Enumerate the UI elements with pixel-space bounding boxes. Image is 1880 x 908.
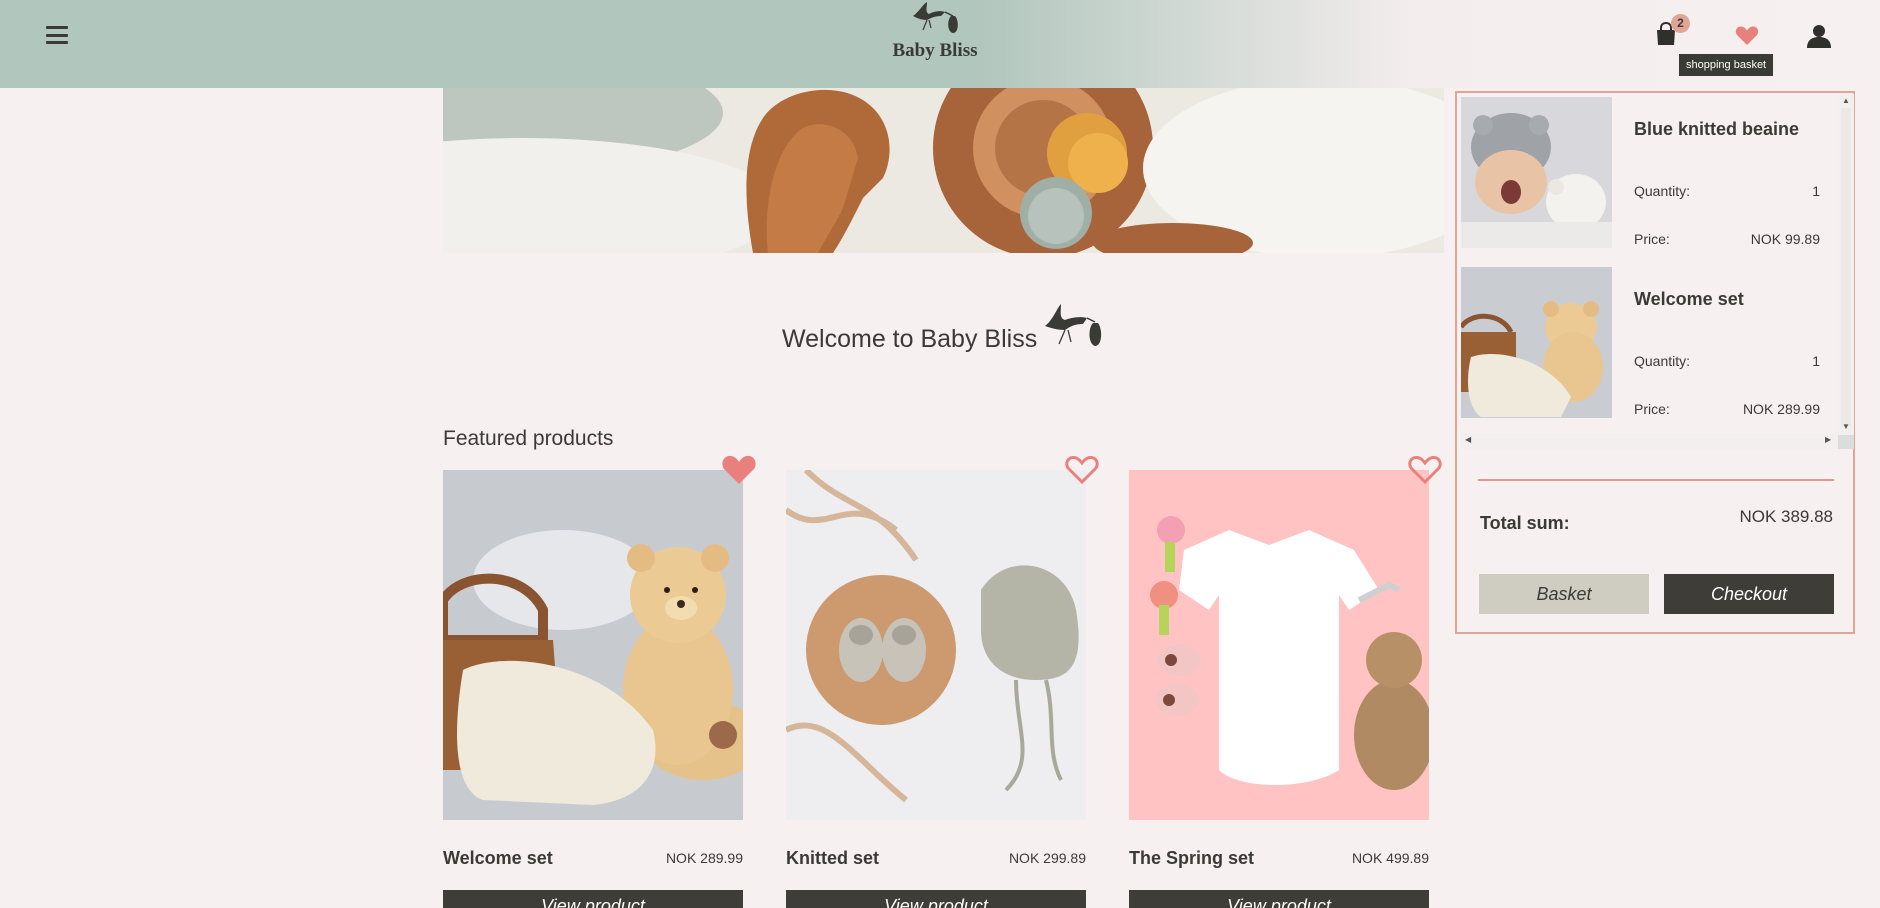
featured-products-heading: Featured products — [443, 427, 614, 450]
product-price: NOK 289.99 — [665, 850, 743, 866]
basket-item-name: Blue knitted beaine — [1634, 119, 1800, 139]
checkout-button[interactable]: Checkout — [1664, 574, 1834, 614]
price-value: NOK 289.99 — [1742, 401, 1820, 417]
hero-image — [443, 88, 1444, 253]
scrollbar-corner — [1838, 435, 1854, 449]
menu-icon[interactable] — [46, 26, 68, 44]
quantity-value: 1 — [1812, 353, 1820, 369]
product-card[interactable]: Welcome set NOK 289.99 View product — [443, 455, 756, 908]
view-product-button[interactable]: View product — [786, 890, 1086, 908]
basket-item: Blue knitted beaine Quantity: 1 Price: N… — [1461, 97, 1844, 249]
basket-item-list[interactable]: Blue knitted beaine Quantity: 1 Price: N… — [1461, 97, 1844, 427]
total-sum-label: Total sum: — [1480, 513, 1570, 533]
price-label: Price: — [1634, 231, 1670, 247]
stork-logo-icon — [913, 2, 958, 33]
brand-name: Baby Bliss — [892, 40, 978, 61]
basket-item-image[interactable] — [1461, 97, 1612, 248]
product-card[interactable]: Knitted set NOK 299.89 View product — [786, 456, 1099, 908]
view-product-button[interactable]: View product — [1129, 890, 1429, 908]
scroll-right-arrow-icon[interactable]: ▶ — [1825, 435, 1831, 444]
divider — [1478, 479, 1834, 481]
quantity-label: Quantity: — [1634, 353, 1691, 369]
vertical-scrollbar[interactable]: ▲ ▼ — [1838, 94, 1854, 435]
site-header: Baby Bliss 2 — [0, 0, 1880, 88]
product-image-knitted-set[interactable] — [786, 470, 1086, 820]
shopping-basket-panel: Blue knitted beaine Quantity: 1 Price: N… — [1455, 91, 1855, 634]
favorite-heart-icon-outline[interactable] — [1407, 454, 1443, 486]
product-price: NOK 499.89 — [1351, 850, 1429, 866]
product-price: NOK 299.89 — [1008, 850, 1086, 866]
price-value: NOK 99.89 — [1750, 231, 1820, 247]
basket-item-name: Welcome set — [1634, 289, 1744, 309]
basket-item: Welcome set Quantity: 1 Price: NOK 289.9… — [1461, 267, 1844, 419]
product-name[interactable]: The Spring set — [1129, 848, 1254, 869]
quantity-value: 1 — [1812, 183, 1820, 199]
product-name[interactable]: Welcome set — [443, 848, 553, 869]
scroll-up-arrow-icon[interactable]: ▲ — [1842, 96, 1850, 105]
total-sum-value: NOK 389.88 — [1739, 507, 1833, 526]
price-label: Price: — [1634, 401, 1670, 417]
view-product-button[interactable]: View product — [443, 890, 743, 908]
product-image-spring-set[interactable] — [1129, 470, 1429, 820]
brand-logo[interactable]: Baby Bliss — [885, 0, 985, 72]
scroll-down-arrow-icon[interactable]: ▼ — [1842, 422, 1850, 431]
product-image-welcome-set[interactable] — [443, 470, 743, 820]
heart-icon[interactable] — [1735, 26, 1759, 51]
quantity-label: Quantity: — [1634, 183, 1691, 199]
stork-icon — [1043, 302, 1107, 357]
user-icon[interactable] — [1807, 24, 1831, 53]
favorite-heart-icon-filled[interactable] — [721, 454, 757, 486]
horizontal-scrollbar[interactable]: ◀ ▶ — [1461, 433, 1838, 449]
product-card[interactable]: The Spring set NOK 499.89 View product — [1129, 456, 1442, 908]
product-name[interactable]: Knitted set — [786, 848, 879, 869]
basket-count-badge: 2 — [1671, 14, 1690, 33]
scroll-left-arrow-icon[interactable]: ◀ — [1465, 435, 1471, 444]
tooltip: shopping basket — [1679, 54, 1774, 76]
favorite-heart-icon-outline[interactable] — [1064, 454, 1100, 486]
scrollbar-thumb[interactable] — [1841, 108, 1851, 426]
welcome-heading: Welcome to Baby Bliss — [782, 325, 1038, 353]
basket-item-image[interactable] — [1461, 267, 1612, 418]
basket-button[interactable]: Basket — [1479, 574, 1649, 614]
